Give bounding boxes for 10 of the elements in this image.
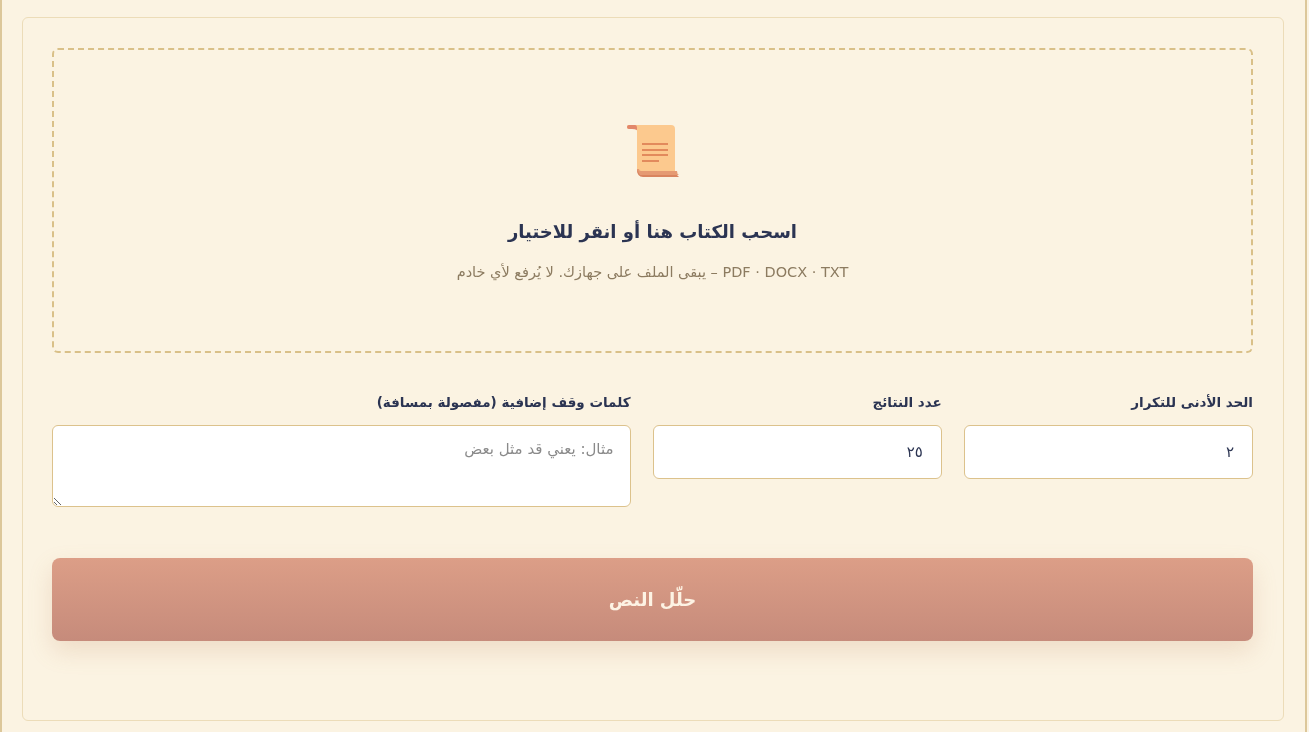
field-label: عدد النتائج: [872, 393, 942, 411]
field-label: الحد الأدنى للتكرار: [1131, 393, 1253, 411]
number-field[interactable]: ٢: [963, 425, 1253, 479]
dropzone-hint: PDF · DOCX · TXT – يبقى الملف على جهازك. لا يُرفع لأي خادم: [456, 262, 849, 282]
number-field[interactable]: ٢٥: [652, 425, 942, 479]
file-dropzone[interactable]: اسحب الكتاب هنا أو انقر للاختيار PDF · DOCX · TXT – يبقى الملف على جهازك. لا يُرفع لأي خادم: [52, 48, 1253, 353]
dropzone-title: اسحب الكتاب هنا أو انقر للاختيار: [507, 220, 798, 244]
field-label: كلمات وقف إضافية (مفصولة بمسافة): [376, 393, 631, 411]
text-area-field[interactable]: مثال: يعني قد مثل بعض: [52, 425, 631, 507]
scroll-icon: [626, 125, 679, 178]
